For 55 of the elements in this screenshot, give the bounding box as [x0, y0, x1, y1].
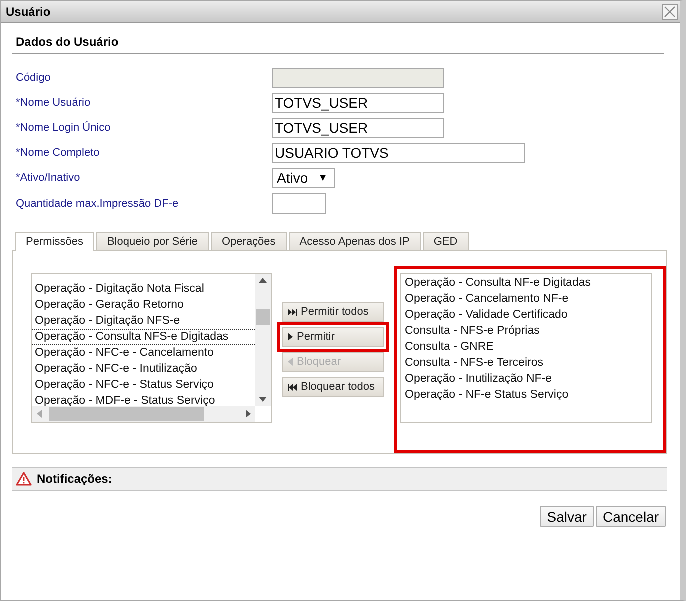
skip-forward-icon — [288, 308, 297, 316]
list-item[interactable]: Consulta - NFS-e Próprias — [401, 323, 651, 339]
transfer-button[interactable]: Permitir todos — [282, 302, 384, 322]
skip-back-icon — [288, 384, 297, 390]
field-label: *Nome Completo — [16, 147, 101, 159]
field-label: Quantidade max.Impressão DF-e — [16, 198, 180, 210]
status-dropdown[interactable]: Ativo ▼ — [272, 168, 335, 188]
scroll-down-icon[interactable] — [259, 397, 267, 402]
list-item[interactable]: Operação - Consulta NF-e Digitadas — [401, 275, 651, 291]
available-list[interactable] — [31, 273, 272, 423]
vertical-scrollbar[interactable] — [255, 274, 271, 406]
play-icon — [288, 333, 293, 341]
text-field[interactable]: TOTVS_USER — [272, 93, 444, 113]
list-item[interactable]: Operação - Digitação Nota Fiscal — [32, 281, 255, 297]
list-item[interactable]: Operação - NFC-e - Cancelamento — [32, 345, 255, 361]
list-item[interactable]: Operação - Digitação NFS-e — [32, 313, 255, 329]
transfer-button[interactable]: Permitir — [282, 327, 384, 347]
horizontal-scrollbar[interactable] — [32, 406, 255, 422]
allowed-list[interactable] — [400, 273, 652, 423]
scrollbar-thumb[interactable] — [49, 407, 204, 421]
list-item[interactable]: Operação - Inutilização NF-e — [401, 371, 651, 387]
text-field[interactable]: USUARIO TOTVS — [272, 143, 525, 163]
field-label: *Ativo/Inativo — [16, 172, 82, 184]
warning-icon — [16, 472, 32, 486]
list-item[interactable]: Operação - Validade Certificado — [401, 307, 651, 323]
text-field[interactable]: TOTVS_USER — [272, 118, 444, 138]
list-item[interactable]: Consulta - GNRE — [401, 339, 651, 355]
tab[interactable]: Permissões — [15, 232, 94, 251]
tab[interactable]: Operações — [210, 232, 287, 250]
scroll-up-icon[interactable] — [259, 278, 267, 283]
list-item[interactable]: Operação - Cancelamento NF-e — [401, 291, 651, 307]
field-label: *Nome Login Único — [16, 122, 112, 134]
dialog-button[interactable]: Salvar — [540, 506, 594, 527]
close-icon[interactable] — [662, 4, 678, 20]
list-item[interactable]: Operação - Geração Retorno — [32, 297, 255, 313]
back-icon — [288, 358, 293, 366]
list-item[interactable]: Operação - NF-e Status Serviço — [401, 387, 651, 403]
list-item[interactable]: Consulta - NFS-e Terceiros — [401, 355, 651, 371]
scrollbar-thumb[interactable] — [256, 309, 270, 325]
list-item[interactable]: Operação - Consulta NFS-e Digitadas — [32, 329, 255, 345]
dialog-button[interactable]: Cancelar — [596, 506, 666, 527]
tab[interactable]: Bloqueio por Série — [96, 232, 209, 250]
tab[interactable]: GED — [422, 232, 469, 250]
transfer-button[interactable]: Bloquear todos — [282, 377, 384, 397]
notifications-title: Notificações: — [37, 472, 112, 486]
list-item[interactable]: Operação - NFC-e - Status Serviço — [32, 377, 255, 393]
list-item[interactable]: Operação - NFC-e - Inutilização — [32, 361, 255, 377]
field-label: *Nome Usuário — [16, 97, 92, 109]
scroll-right-icon[interactable] — [246, 410, 251, 418]
text-field[interactable] — [272, 193, 326, 214]
tab[interactable]: Acesso Apenas dos IP — [288, 232, 421, 250]
window-title: Usuário — [6, 4, 51, 18]
field-label: Código — [16, 72, 52, 84]
section-title: Dados do Usuário — [12, 35, 664, 54]
scroll-left-icon[interactable] — [37, 410, 42, 418]
